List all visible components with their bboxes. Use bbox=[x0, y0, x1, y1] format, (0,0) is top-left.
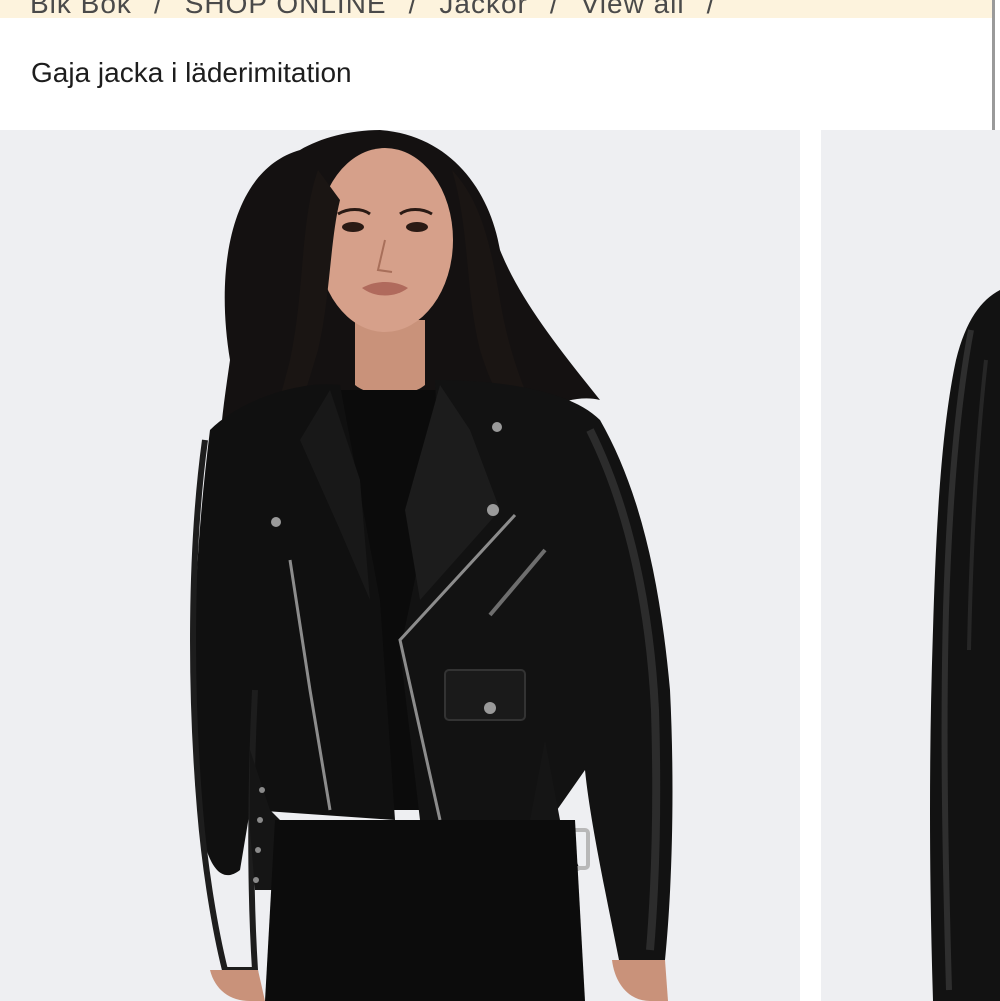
product-image-next[interactable] bbox=[821, 130, 1000, 1001]
product-title: Gaja jacka i läderimitation bbox=[31, 57, 352, 88]
jacket-illustration bbox=[930, 290, 1000, 1001]
scrollbar[interactable] bbox=[992, 0, 995, 130]
breadcrumb-separator: / bbox=[549, 0, 559, 18]
model-illustration bbox=[190, 130, 673, 1001]
product-gallery bbox=[0, 130, 1000, 1001]
top-banner: Bik Bok / SHOP ONLINE / Jackor / View all / bbox=[0, 0, 993, 18]
product-image-main[interactable] bbox=[0, 130, 800, 1001]
breadcrumb-separator: / bbox=[408, 0, 418, 18]
breadcrumb-item-home[interactable]: Bik Bok bbox=[30, 0, 132, 18]
breadcrumb-item-jackets[interactable]: Jackor bbox=[439, 0, 527, 18]
breadcrumb-item-shop-online[interactable]: SHOP ONLINE bbox=[185, 0, 387, 18]
breadcrumb-separator: / bbox=[706, 0, 716, 18]
breadcrumb-item-view-all[interactable]: View all bbox=[581, 0, 685, 18]
breadcrumb-separator: / bbox=[153, 0, 163, 18]
breadcrumb: Bik Bok / SHOP ONLINE / Jackor / View all / bbox=[30, 0, 737, 18]
